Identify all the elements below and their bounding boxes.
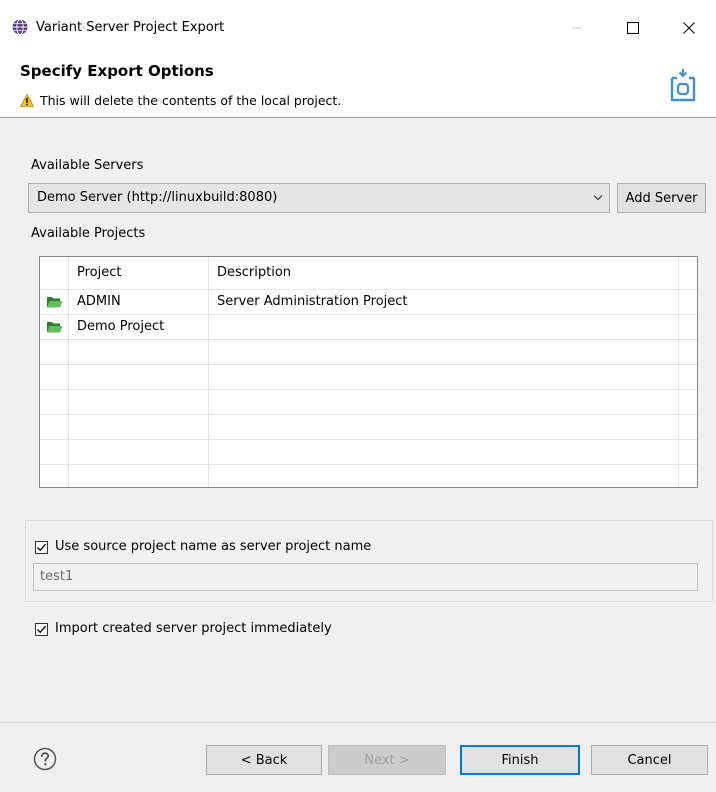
column-header-project[interactable]: Project bbox=[77, 265, 121, 281]
table-row-empty bbox=[40, 415, 697, 440]
import-immediately-label[interactable]: Import created server project immediatel… bbox=[55, 621, 332, 637]
chevron-down-icon bbox=[593, 195, 603, 201]
table-row-empty bbox=[40, 465, 697, 487]
project-name: ADMIN bbox=[77, 294, 121, 309]
close-icon bbox=[683, 22, 695, 34]
export-wizard-icon bbox=[670, 69, 696, 102]
title-bar: Variant Server Project Export bbox=[0, 0, 716, 56]
back-button[interactable]: < Back bbox=[206, 745, 322, 775]
table-row-empty bbox=[40, 365, 697, 390]
folder-open-icon bbox=[47, 322, 63, 333]
available-servers-label: Available Servers bbox=[31, 158, 144, 173]
minimize-button[interactable] bbox=[554, 10, 600, 46]
server-select-value: Demo Server (http://linuxbuild:8080) bbox=[37, 190, 278, 205]
project-name: Demo Project bbox=[77, 319, 165, 334]
window-title: Variant Server Project Export bbox=[36, 20, 225, 35]
footer-divider bbox=[0, 722, 716, 723]
checkmark-icon bbox=[37, 543, 46, 552]
finish-button[interactable]: Finish bbox=[460, 745, 580, 775]
table-header: Project Description bbox=[40, 257, 697, 290]
checkmark-icon bbox=[37, 625, 46, 634]
wizard-banner: Specify Export Options This will delete … bbox=[0, 56, 716, 118]
project-description: Server Administration Project bbox=[217, 294, 408, 309]
server-project-name-value: test1 bbox=[40, 569, 74, 584]
table-row-empty bbox=[40, 340, 697, 365]
server-select[interactable]: Demo Server (http://linuxbuild:8080) bbox=[28, 183, 610, 213]
table-row[interactable]: ADMIN Server Administration Project bbox=[40, 290, 697, 315]
table-row-empty bbox=[40, 440, 697, 465]
close-button[interactable] bbox=[666, 10, 712, 46]
folder-open-icon bbox=[47, 297, 63, 308]
use-source-name-label[interactable]: Use source project name as server projec… bbox=[55, 539, 371, 555]
cancel-button[interactable]: Cancel bbox=[591, 745, 708, 775]
maximize-icon bbox=[627, 22, 639, 34]
projects-table: Project Description ADMIN Server Adminis… bbox=[39, 256, 698, 488]
next-button[interactable]: Next > bbox=[328, 745, 446, 775]
page-title: Specify Export Options bbox=[20, 62, 214, 80]
use-source-name-checkbox[interactable] bbox=[35, 541, 48, 554]
help-icon[interactable] bbox=[33, 747, 57, 771]
table-row[interactable]: Demo Project bbox=[40, 315, 697, 340]
table-row-empty bbox=[40, 390, 697, 415]
globe-app-icon bbox=[12, 19, 28, 35]
minimize-icon bbox=[572, 27, 582, 29]
warning-icon bbox=[20, 94, 34, 107]
maximize-button[interactable] bbox=[610, 10, 656, 46]
import-immediately-checkbox[interactable] bbox=[35, 623, 48, 636]
server-project-name-field[interactable]: test1 bbox=[33, 563, 698, 591]
add-server-button[interactable]: Add Server bbox=[617, 183, 706, 213]
warning-message: This will delete the contents of the loc… bbox=[40, 93, 342, 108]
column-header-description[interactable]: Description bbox=[217, 265, 291, 281]
available-projects-label: Available Projects bbox=[31, 226, 146, 241]
